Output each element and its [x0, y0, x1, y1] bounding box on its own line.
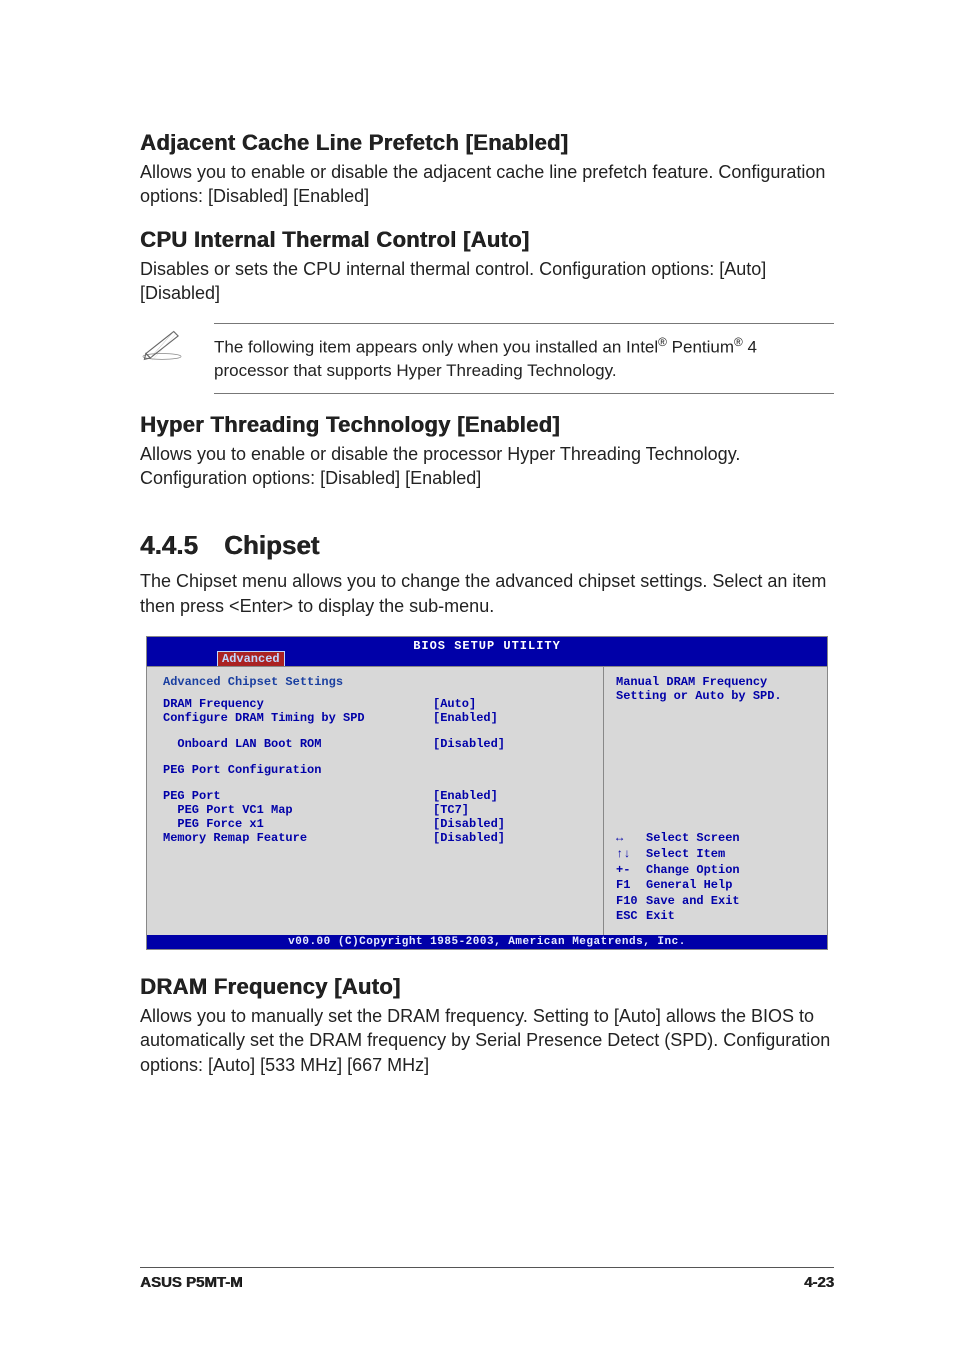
footer-page-number: 4-23	[804, 1274, 834, 1291]
bios-right-pane: Manual DRAM Frequency Setting or Auto by…	[603, 667, 827, 935]
bios-setting-value: [TC7]	[433, 803, 593, 817]
registered-mark-2: ®	[734, 335, 743, 349]
note-text: The following item appears only when you…	[214, 323, 834, 394]
section-intro: The Chipset menu allows you to change th…	[140, 569, 834, 618]
note-mid: Pentium	[667, 338, 734, 357]
bios-setting-row[interactable]: Configure DRAM Timing by SPD[Enabled]	[163, 711, 593, 725]
bios-key-label: Select Screen	[646, 831, 740, 845]
bios-help-text: Manual DRAM Frequency Setting or Auto by…	[616, 675, 817, 703]
bios-setting-row[interactable]: Onboard LAN Boot ROM[Disabled]	[163, 737, 593, 751]
bios-setting-value: [Disabled]	[433, 737, 593, 751]
bios-key-row: F10Save and Exit	[616, 894, 817, 910]
bios-key-label: Exit	[646, 909, 675, 923]
bios-setting-value: [Enabled]	[433, 789, 593, 803]
section-title: Chipset	[224, 530, 319, 560]
bios-setting-value	[433, 763, 593, 777]
bios-setting-row[interactable]: PEG Port VC1 Map[TC7]	[163, 803, 593, 817]
bios-body: Advanced Chipset Settings DRAM Frequency…	[147, 666, 827, 935]
bios-setting-row[interactable]: DRAM Frequency[Auto]	[163, 697, 593, 711]
bios-key-row: ↑↓Select Item	[616, 847, 817, 863]
bios-setting-label: DRAM Frequency	[163, 697, 433, 711]
note-pre: The following item appears only when you…	[214, 338, 658, 357]
bios-key-label: Change Option	[646, 863, 740, 877]
bios-key-icon: ↔	[616, 831, 646, 847]
bios-footer: v00.00 (C)Copyright 1985-2003, American …	[147, 935, 827, 949]
bios-setting-row[interactable]: PEG Force x1[Disabled]	[163, 817, 593, 831]
bios-setting-label: Onboard LAN Boot ROM	[163, 737, 433, 751]
bios-setting-value: [Disabled]	[433, 817, 593, 831]
footer-product: ASUS P5MT-M	[140, 1274, 243, 1291]
page-footer: ASUS P5MT-M 4-23	[140, 1267, 834, 1291]
bios-tab-advanced[interactable]: Advanced	[217, 651, 285, 666]
bios-screenshot: BIOS SETUP UTILITY Advanced Advanced Chi…	[146, 636, 828, 950]
bios-key-row: ESCExit	[616, 909, 817, 925]
bios-setting-value: [Auto]	[433, 697, 593, 711]
bios-key-label: General Help	[646, 878, 732, 892]
bios-setting-value: [Disabled]	[433, 831, 593, 845]
bios-setting-label: Memory Remap Feature	[163, 831, 433, 845]
bios-key-label: Save and Exit	[646, 894, 740, 908]
note-block: The following item appears only when you…	[140, 323, 834, 394]
section-heading-chipset: 4.4.5Chipset	[140, 530, 834, 561]
section-number: 4.4.5	[140, 530, 224, 561]
bios-key-icon: ↑↓	[616, 847, 646, 863]
desc-dram-frequency: Allows you to manually set the DRAM freq…	[140, 1004, 834, 1077]
bios-key-icon: +-	[616, 863, 646, 879]
heading-hyper-threading: Hyper Threading Technology [Enabled]	[140, 412, 834, 438]
bios-key-icon: F1	[616, 878, 646, 894]
heading-cpu-thermal: CPU Internal Thermal Control [Auto]	[140, 227, 834, 253]
heading-adj-cache: Adjacent Cache Line Prefetch [Enabled]	[140, 130, 834, 156]
bios-setting-label: PEG Force x1	[163, 817, 433, 831]
heading-dram-frequency: DRAM Frequency [Auto]	[140, 974, 834, 1000]
bios-setting-row[interactable]: PEG Port Configuration	[163, 763, 593, 777]
pencil-note-icon	[140, 323, 184, 366]
bios-key-row: F1General Help	[616, 878, 817, 894]
registered-mark-1: ®	[658, 335, 667, 349]
bios-setting-label: PEG Port	[163, 789, 433, 803]
bios-left-pane: Advanced Chipset Settings DRAM Frequency…	[147, 667, 603, 935]
bios-setting-label: PEG Port Configuration	[163, 763, 433, 777]
bios-key-legend: ↔Select Screen↑↓Select Item+-Change Opti…	[616, 831, 817, 925]
bios-key-icon: ESC	[616, 909, 646, 925]
manual-page: Adjacent Cache Line Prefetch [Enabled] A…	[0, 0, 954, 1351]
bios-setting-label: PEG Port VC1 Map	[163, 803, 433, 817]
bios-setting-label: Configure DRAM Timing by SPD	[163, 711, 433, 725]
bios-key-row: +-Change Option	[616, 863, 817, 879]
bios-title-bar: BIOS SETUP UTILITY Advanced	[147, 637, 827, 666]
bios-key-label: Select Item	[646, 847, 725, 861]
bios-setting-value: [Enabled]	[433, 711, 593, 725]
bios-key-icon: F10	[616, 894, 646, 910]
desc-adj-cache: Allows you to enable or disable the adja…	[140, 160, 834, 209]
bios-setting-row[interactable]: PEG Port[Enabled]	[163, 789, 593, 803]
bios-left-heading: Advanced Chipset Settings	[163, 675, 593, 689]
bios-key-row: ↔Select Screen	[616, 831, 817, 847]
desc-cpu-thermal: Disables or sets the CPU internal therma…	[140, 257, 834, 306]
bios-setting-row[interactable]: Memory Remap Feature[Disabled]	[163, 831, 593, 845]
desc-hyper-threading: Allows you to enable or disable the proc…	[140, 442, 834, 491]
